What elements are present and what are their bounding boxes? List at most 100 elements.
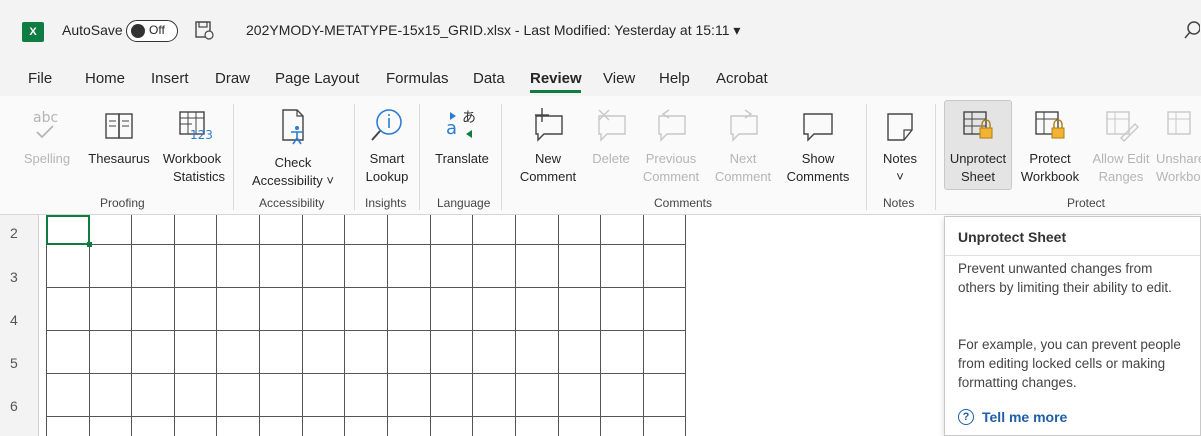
grid-line (259, 215, 260, 436)
tab-formulas[interactable]: Formulas (386, 70, 449, 87)
cell-grid[interactable] (46, 215, 686, 436)
translate-button[interactable]: a あ Translate (430, 106, 494, 168)
grid-line (46, 287, 686, 288)
tab-acrobat[interactable]: Acrobat (716, 70, 768, 87)
group-label-protect: Protect (1067, 196, 1106, 210)
unprotect-sheet-icon (963, 111, 993, 139)
tooltip-example: For example, you can prevent people from… (958, 337, 1181, 390)
tab-insert[interactable]: Insert (151, 70, 189, 87)
autosave-toggle[interactable]: Off (126, 20, 178, 42)
grid-line (216, 215, 217, 436)
unprotect-sheet-button[interactable]: Unprotect Sheet (944, 106, 1012, 186)
grid-line (46, 416, 686, 417)
title-bar: X AutoSave Off 202YMODY-METATYPE-15x15_G… (0, 0, 1201, 62)
show-comments-button[interactable]: Show Comments (780, 106, 856, 186)
group-separator (354, 104, 355, 210)
smart-lookup-button[interactable]: Smart Lookup (360, 106, 414, 186)
document-title[interactable]: 202YMODY-METATYPE-15x15_GRID.xlsx - Last… (246, 22, 740, 39)
grid-line (387, 215, 388, 436)
allow-edit-ranges-icon (1106, 111, 1139, 142)
new-comment-button[interactable]: New Comment (510, 106, 586, 186)
notes-icon (887, 113, 913, 141)
active-tab-indicator (530, 90, 581, 93)
grid-line (558, 215, 559, 436)
autosave-label: AutoSave (62, 22, 123, 38)
help-icon: ? (958, 409, 974, 425)
grid-line (174, 215, 175, 436)
toggle-knob (131, 24, 145, 38)
group-separator (419, 104, 420, 210)
group-separator (501, 104, 502, 210)
workbook-statistics-button[interactable]: 123 Workbook Statistics (156, 106, 228, 186)
group-label-notes: Notes (883, 196, 915, 210)
tab-page-layout[interactable]: Page Layout (275, 70, 359, 87)
ribbon: abc Spelling Thesaurus 123 Workbook Stat… (0, 96, 1201, 215)
smart-lookup-icon (371, 109, 402, 141)
row-number[interactable]: 2 (10, 225, 18, 241)
fill-handle[interactable] (87, 242, 92, 247)
grid-line (344, 215, 345, 436)
grid-line (600, 215, 601, 436)
next-comment-button[interactable]: Next Comment (710, 106, 776, 186)
grid-line (643, 215, 644, 436)
workbook-statistics-icon: 123 (179, 111, 212, 142)
row-number[interactable]: 4 (10, 312, 18, 328)
tell-me-more-link[interactable]: ? Tell me more (958, 409, 1067, 425)
svg-text:あ: あ (462, 110, 476, 126)
tooltip-divider (945, 255, 1200, 256)
grid-line (89, 215, 90, 436)
tab-data[interactable]: Data (473, 70, 505, 87)
search-icon[interactable] (1184, 20, 1200, 40)
tab-draw[interactable]: Draw (215, 70, 250, 87)
new-comment-icon (535, 108, 563, 142)
group-label-accessibility: Accessibility (259, 196, 325, 210)
tell-me-more-label: Tell me more (982, 409, 1068, 425)
tab-help[interactable]: Help (659, 70, 690, 87)
notes-button[interactable]: Notes ˅ (874, 106, 926, 186)
svg-text:abc: abc (33, 110, 58, 126)
grid-line (515, 215, 516, 436)
group-label-comments: Comments (654, 196, 713, 210)
ribbon-tabs: File Home Insert Draw Page Layout Formul… (0, 62, 1201, 96)
group-label-insights: Insights (365, 196, 407, 210)
accessibility-icon (282, 109, 304, 145)
unshare-workbook-button[interactable]: Unshare Workbook (1156, 106, 1201, 186)
grid-line (472, 215, 473, 436)
tab-home[interactable]: Home (85, 70, 125, 87)
grid-line (46, 330, 686, 331)
unprotect-sheet-tooltip: Unprotect Sheet Prevent unwanted changes… (944, 216, 1201, 436)
row-number[interactable]: 5 (10, 355, 18, 371)
unshare-workbook-icon (1167, 111, 1191, 135)
tooltip-description: Prevent unwanted changes from others by … (958, 261, 1172, 295)
group-label-language: Language (437, 196, 491, 210)
tab-file[interactable]: File (28, 70, 52, 87)
book-icon (105, 113, 133, 139)
allow-edit-ranges-button[interactable]: Allow Edit Ranges (1088, 106, 1154, 186)
delete-comment-button[interactable]: Delete (588, 106, 634, 168)
grid-line (685, 215, 686, 436)
previous-comment-button[interactable]: Previous Comment (638, 106, 704, 186)
translate-icon: a あ (446, 110, 476, 139)
protect-workbook-button[interactable]: Protect Workbook (1014, 106, 1086, 186)
group-separator (233, 104, 234, 210)
grid-line (46, 244, 686, 245)
next-comment-icon (730, 109, 758, 142)
thesaurus-button[interactable]: Thesaurus (84, 106, 154, 168)
row-number[interactable]: 6 (10, 398, 18, 414)
row-header-column: 2 3 4 5 6 (0, 215, 39, 436)
spelling-button[interactable]: abc Spelling (22, 106, 72, 168)
grid-line (430, 215, 431, 436)
show-comments-icon (803, 113, 833, 142)
tab-review[interactable]: Review (530, 70, 582, 87)
tab-view[interactable]: View (603, 70, 635, 87)
spelling-icon: abc (33, 110, 58, 139)
save-icon[interactable] (193, 19, 215, 41)
check-accessibility-button[interactable]: Check Accessibility ˅ (244, 106, 342, 190)
grid-line (46, 215, 47, 436)
selected-cell[interactable] (46, 215, 90, 245)
excel-app-icon[interactable]: X (22, 22, 44, 42)
autosave-state: Off (149, 23, 165, 37)
grid-line (131, 215, 132, 436)
svg-text:123: 123 (190, 128, 212, 142)
row-number[interactable]: 3 (10, 269, 18, 285)
